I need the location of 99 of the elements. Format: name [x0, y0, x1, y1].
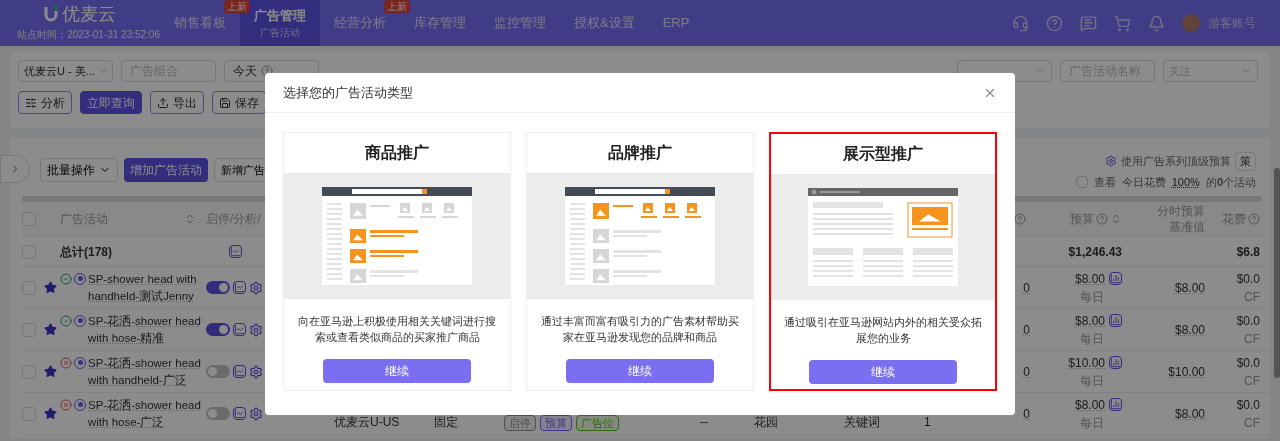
toggle-switch[interactable]	[206, 365, 230, 378]
add-campaign-button[interactable]: 增加广告活动	[124, 158, 208, 182]
campaign-type-card[interactable]: 展示型推广 通过吸引在亚马逊网站内外的相关受众拓展您的业务 继续	[769, 132, 997, 391]
total-label: 总计(178)	[60, 243, 112, 261]
export-icon	[157, 96, 169, 109]
bulk-actions-button[interactable]: 批量操作	[40, 158, 118, 182]
card-title: 商品推广	[365, 143, 429, 163]
settings-icon[interactable]	[249, 364, 263, 379]
budget-cell-text: $8.00	[1074, 270, 1105, 288]
sort-icon[interactable]	[184, 213, 196, 225]
campaign-name-link[interactable]: SP-花洒-shower head with hose-广泛	[88, 396, 206, 431]
store-cell: 优麦云U-US	[334, 415, 400, 429]
active-count: 的0个活动	[1205, 174, 1256, 190]
card-description: 通过吸引在亚马逊网站内外的相关受众拓展您的业务	[783, 315, 983, 346]
star-icon[interactable]	[44, 365, 57, 378]
spend-cell-text: $0.0	[1236, 354, 1260, 372]
card-title: 展示型推广	[843, 144, 923, 164]
select-field[interactable]: 优麦云U - 美...	[18, 60, 113, 82]
settings-icon[interactable]	[1105, 155, 1117, 168]
bar-chart-icon[interactable]	[1109, 398, 1122, 411]
help-icon[interactable]	[1014, 213, 1026, 225]
chart-icon[interactable]	[233, 281, 246, 294]
toggle-switch[interactable]	[206, 281, 230, 294]
spend-type: CF	[1244, 372, 1260, 390]
logo-icon	[44, 6, 58, 22]
rule-tag: 广告位	[576, 415, 619, 431]
spend-cell-text: $0.0	[1236, 312, 1260, 330]
view-checkbox[interactable]	[1075, 175, 1088, 188]
settings-icon[interactable]	[249, 280, 263, 295]
star-icon[interactable]	[44, 323, 57, 336]
cart-icon[interactable]	[1114, 14, 1131, 32]
new-badge: 上新	[224, 0, 250, 13]
spend-type: CF	[1244, 288, 1260, 306]
message-icon[interactable]	[1080, 14, 1097, 32]
star-icon[interactable]	[44, 281, 57, 294]
bar-chart-icon[interactable]	[1109, 314, 1122, 327]
bar-chart-icon[interactable]	[1109, 272, 1122, 285]
spend-cell-text: $0.0	[1236, 396, 1260, 414]
match-cell: 关键词	[844, 415, 880, 429]
continue-button[interactable]: 继续	[566, 359, 714, 383]
support-icon[interactable]	[1012, 14, 1029, 32]
count-cell-text: 0	[1023, 279, 1030, 297]
logo-text: 优麦云	[62, 4, 116, 24]
spend-cell-text: $0.0	[1236, 270, 1260, 288]
count-cell-text: 0	[1023, 363, 1030, 381]
action-button[interactable]: 导出	[150, 91, 204, 114]
continue-button[interactable]: 继续	[323, 359, 471, 383]
analyze-icon	[25, 96, 37, 109]
chart-icon[interactable]	[233, 407, 246, 420]
continue-button[interactable]: 继续	[809, 360, 957, 384]
chart-icon[interactable]	[233, 365, 246, 378]
base-budget-cell-text: $8.00	[1174, 321, 1205, 339]
today-spend-label: 今日花费	[1121, 174, 1166, 190]
placement-cell-text: --	[700, 414, 708, 431]
rule-tag: 预算	[540, 415, 572, 431]
type-cell: 固定	[434, 415, 458, 429]
count-cell-text: 0	[1023, 405, 1030, 423]
total-budget: $1,246.43	[1068, 243, 1122, 261]
action-button[interactable]: 立即查询	[80, 91, 142, 114]
card-description: 向在亚马逊上积极使用相关关键词进行搜索或查看类似商品的买家推广商品	[297, 314, 497, 345]
total-spend: $6.8	[1236, 243, 1260, 261]
campaign-name-link[interactable]: SP-花洒-shower head with handheld-广泛	[88, 354, 206, 389]
help-icon	[261, 65, 273, 77]
spend-type: CF	[1244, 414, 1260, 432]
save-icon	[219, 96, 231, 109]
action-button[interactable]: 分析	[18, 91, 72, 114]
strategy-button[interactable]: 策	[1235, 152, 1256, 171]
budget-setting-label: 使用广告系列顶级预算	[1121, 154, 1231, 169]
card-title: 品牌推广	[608, 143, 672, 163]
card-description: 通过丰富而富有吸引力的广告素材帮助买家在亚马逊发现您的品牌和商品	[540, 314, 740, 345]
action-button[interactable]: 保存	[212, 91, 266, 114]
base-budget-cell-text: $8.00	[1174, 279, 1205, 297]
campaign-name-link[interactable]: SP-shower head with handheld-测试Jenny	[88, 270, 206, 305]
dialog-title: 选择您的广告活动类型	[283, 83, 413, 102]
chart-icon[interactable]	[229, 245, 242, 258]
budget-cell-text: $8.00	[1074, 312, 1105, 330]
toggle-switch[interactable]	[206, 407, 230, 420]
new-badge: 上新	[384, 0, 410, 13]
campaign-name-link[interactable]: SP-花洒-shower head with hose-精准	[88, 312, 206, 347]
settings-icon[interactable]	[249, 406, 263, 421]
budget-cell-text: $8.00	[1074, 396, 1105, 414]
base-budget-cell-text: $8.00	[1174, 405, 1205, 423]
campaign-type-card[interactable]: 商品推广 向在亚马逊上积极使用相关关键词进行搜索或查看类似商品的买家推广商品 继续	[283, 132, 511, 391]
chart-icon[interactable]	[233, 323, 246, 336]
spend-type: CF	[1244, 330, 1260, 348]
bar-chart-icon[interactable]	[1109, 356, 1122, 369]
group-cell: 花园	[754, 415, 778, 429]
base-budget-cell-text: $10.00	[1168, 363, 1205, 381]
star-icon[interactable]	[44, 407, 57, 420]
count-cell-text: 0	[1023, 321, 1030, 339]
targets-cell: 1	[924, 415, 931, 429]
budget-cell-text: $10.00	[1068, 354, 1105, 372]
toggle-switch[interactable]	[206, 323, 230, 336]
settings-icon[interactable]	[249, 322, 263, 337]
percent-value[interactable]: 100%	[1171, 173, 1200, 190]
bell-icon[interactable]	[1148, 14, 1165, 32]
view-label: 查看	[1093, 174, 1116, 190]
sort-icon[interactable]	[1110, 213, 1122, 225]
campaign-type-card[interactable]: 品牌推广 通过丰富而富有吸引力的广告素材帮助买家在亚马逊发现您的品牌和商品 继续	[526, 132, 754, 391]
